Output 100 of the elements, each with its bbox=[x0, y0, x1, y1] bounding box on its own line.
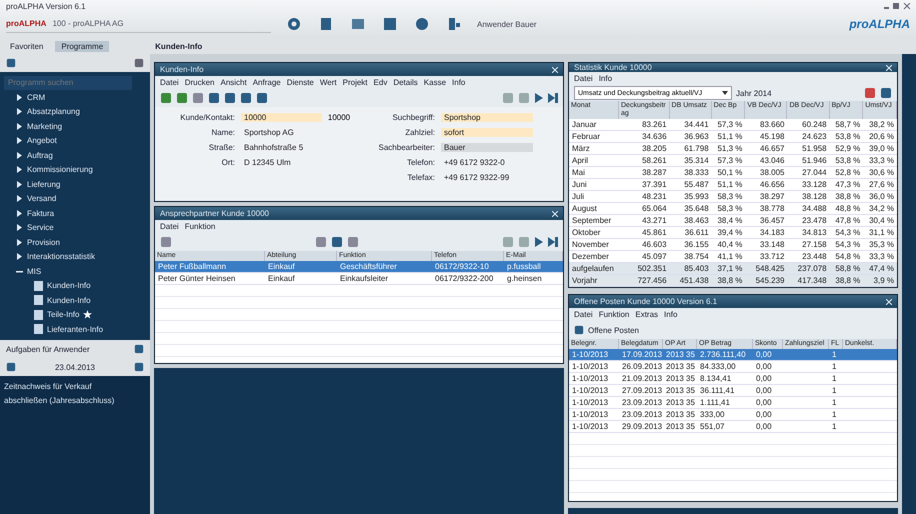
user-name: Anwender Bauer bbox=[477, 20, 537, 28]
menu-item[interactable]: Funktion bbox=[598, 310, 630, 319]
table-cell: 38,8 % bbox=[712, 275, 746, 287]
field-value[interactable]: Sportshop bbox=[441, 112, 533, 122]
tree-item[interactable]: Angebot bbox=[4, 134, 146, 148]
close-icon[interactable] bbox=[886, 298, 892, 304]
table-cell: 451.438 bbox=[670, 275, 712, 287]
tree-item[interactable]: Service bbox=[4, 221, 146, 234]
table-cell: 58.261 bbox=[619, 155, 670, 167]
menu-item[interactable]: Datei bbox=[160, 78, 179, 87]
field-label: Suchbegriff: bbox=[391, 112, 435, 122]
caret-icon bbox=[722, 91, 728, 95]
tree-item[interactable]: Kommissionierung bbox=[4, 163, 146, 176]
field-value[interactable]: 10000 bbox=[241, 112, 322, 122]
table-cell: August bbox=[569, 203, 619, 215]
table-cell: 23.448 bbox=[787, 251, 830, 263]
next-icon[interactable] bbox=[534, 93, 544, 103]
menu-item[interactable]: Funktion bbox=[184, 222, 216, 231]
field-value[interactable]: sofort bbox=[441, 128, 533, 136]
company-dropdown[interactable]: proALPHA 100 - proALPHA AG bbox=[6, 16, 271, 32]
menu-item[interactable]: Info bbox=[664, 310, 678, 319]
tree-item[interactable]: Versand bbox=[4, 192, 146, 206]
table-cell: 46.603 bbox=[619, 239, 670, 251]
tree-item[interactable]: CRM bbox=[4, 90, 146, 104]
nav-tab[interactable]: Favoriten bbox=[4, 40, 50, 52]
tree-item[interactable]: Interaktionsstatistik bbox=[4, 250, 146, 264]
table-cell: 38.005 bbox=[745, 167, 788, 179]
menu-item[interactable]: Drucken bbox=[184, 78, 214, 87]
table-cell: 36,0 % bbox=[863, 191, 897, 203]
table-cell: 54,3 % bbox=[830, 227, 864, 239]
menu-item[interactable]: Edv bbox=[374, 78, 388, 87]
table-cell: 2013 35 bbox=[663, 421, 697, 433]
menu-item[interactable]: Wert bbox=[320, 78, 337, 87]
tree-item[interactable]: Kunden-Info bbox=[4, 279, 146, 292]
field-label: Zahlziel: bbox=[404, 128, 435, 136]
table-cell: 51.958 bbox=[787, 143, 830, 155]
tree-item[interactable]: Auftrag bbox=[4, 148, 146, 162]
table-cell: Peter Fußballmann bbox=[155, 261, 265, 273]
table-cell: 36.111,41 bbox=[697, 385, 753, 397]
menu-item[interactable]: Datei bbox=[574, 74, 593, 83]
menu-item[interactable]: Datei bbox=[160, 222, 179, 231]
table-cell: Einkauf bbox=[265, 261, 337, 273]
close-icon[interactable] bbox=[552, 66, 558, 72]
tree-item[interactable]: Marketing bbox=[4, 120, 146, 133]
window-controls-icon[interactable] bbox=[884, 3, 910, 10]
menu-item[interactable]: Extras bbox=[635, 310, 658, 319]
table-cell: Einkauf bbox=[265, 273, 337, 285]
table-cell: 1-10/2013 bbox=[569, 385, 619, 397]
table-cell: 36.963 bbox=[670, 131, 712, 143]
table-cell: 2013 35 bbox=[663, 409, 697, 421]
table-cell: 33,3 % bbox=[863, 251, 897, 263]
menu-item[interactable]: Projekt bbox=[342, 78, 368, 87]
close-icon[interactable] bbox=[886, 64, 892, 70]
table-cell: 0,00 bbox=[753, 409, 783, 421]
table-cell: 83.261 bbox=[619, 119, 670, 131]
table-cell: 06172/9322-200 bbox=[432, 273, 504, 285]
menu-item[interactable]: Anfrage bbox=[252, 78, 281, 87]
tree-item[interactable]: Teile-Info bbox=[4, 308, 146, 322]
table-cell: 58,3 % bbox=[712, 191, 746, 203]
table-cell: 1 bbox=[829, 349, 843, 361]
table-cell: 37,1 % bbox=[712, 263, 746, 275]
tree-item[interactable]: MIS bbox=[4, 264, 146, 278]
tree-item[interactable]: Kunden-Info bbox=[4, 294, 146, 307]
menu-item[interactable]: Ansicht bbox=[220, 78, 247, 87]
tree-item[interactable]: Lieferanten-Info bbox=[4, 322, 146, 336]
menu-item[interactable]: Datei bbox=[574, 310, 593, 319]
menu-item[interactable]: Info bbox=[598, 74, 612, 83]
next-icon[interactable] bbox=[534, 237, 544, 247]
menu-item[interactable]: Dienste bbox=[286, 78, 314, 87]
menu-item[interactable]: Details bbox=[393, 78, 418, 87]
table-cell: 34.441 bbox=[670, 119, 712, 131]
menu-item[interactable]: Kasse bbox=[424, 78, 446, 87]
table-cell: April bbox=[569, 155, 619, 167]
table-cell: 0,00 bbox=[753, 361, 783, 373]
table-cell: 43.046 bbox=[745, 155, 788, 167]
table-cell: Vorjahr bbox=[569, 275, 619, 287]
table-cell: 45.198 bbox=[745, 131, 788, 143]
search-field[interactable]: Programm suchen bbox=[4, 76, 132, 90]
table-cell: 46.656 bbox=[745, 179, 788, 191]
nav-tab[interactable]: Programme bbox=[55, 40, 110, 52]
table-cell: 38,4 % bbox=[712, 215, 746, 227]
panel-title: Statistik Kunde 10000 bbox=[574, 63, 652, 72]
tree-item[interactable]: Lieferung bbox=[4, 178, 146, 191]
close-icon[interactable] bbox=[552, 210, 558, 216]
table-cell: 38,2 % bbox=[863, 119, 897, 131]
menu-item[interactable]: Info bbox=[452, 78, 466, 87]
table-cell: 33.148 bbox=[745, 239, 788, 251]
tree-item[interactable]: Absatzplanung bbox=[4, 105, 146, 118]
document-icon bbox=[34, 280, 43, 291]
table-cell: 1 bbox=[829, 409, 843, 421]
table-cell: 57,3 % bbox=[712, 119, 746, 131]
table-cell bbox=[843, 349, 897, 361]
last-icon[interactable] bbox=[548, 237, 558, 247]
last-icon[interactable] bbox=[548, 93, 558, 103]
table-cell: September bbox=[569, 215, 619, 227]
tree-item[interactable]: Provision bbox=[4, 236, 146, 249]
table-cell: 38.333 bbox=[670, 167, 712, 179]
tree-item[interactable]: Faktura bbox=[4, 206, 146, 220]
table-cell: 0,00 bbox=[753, 421, 783, 433]
table-cell: Januar bbox=[569, 119, 619, 131]
